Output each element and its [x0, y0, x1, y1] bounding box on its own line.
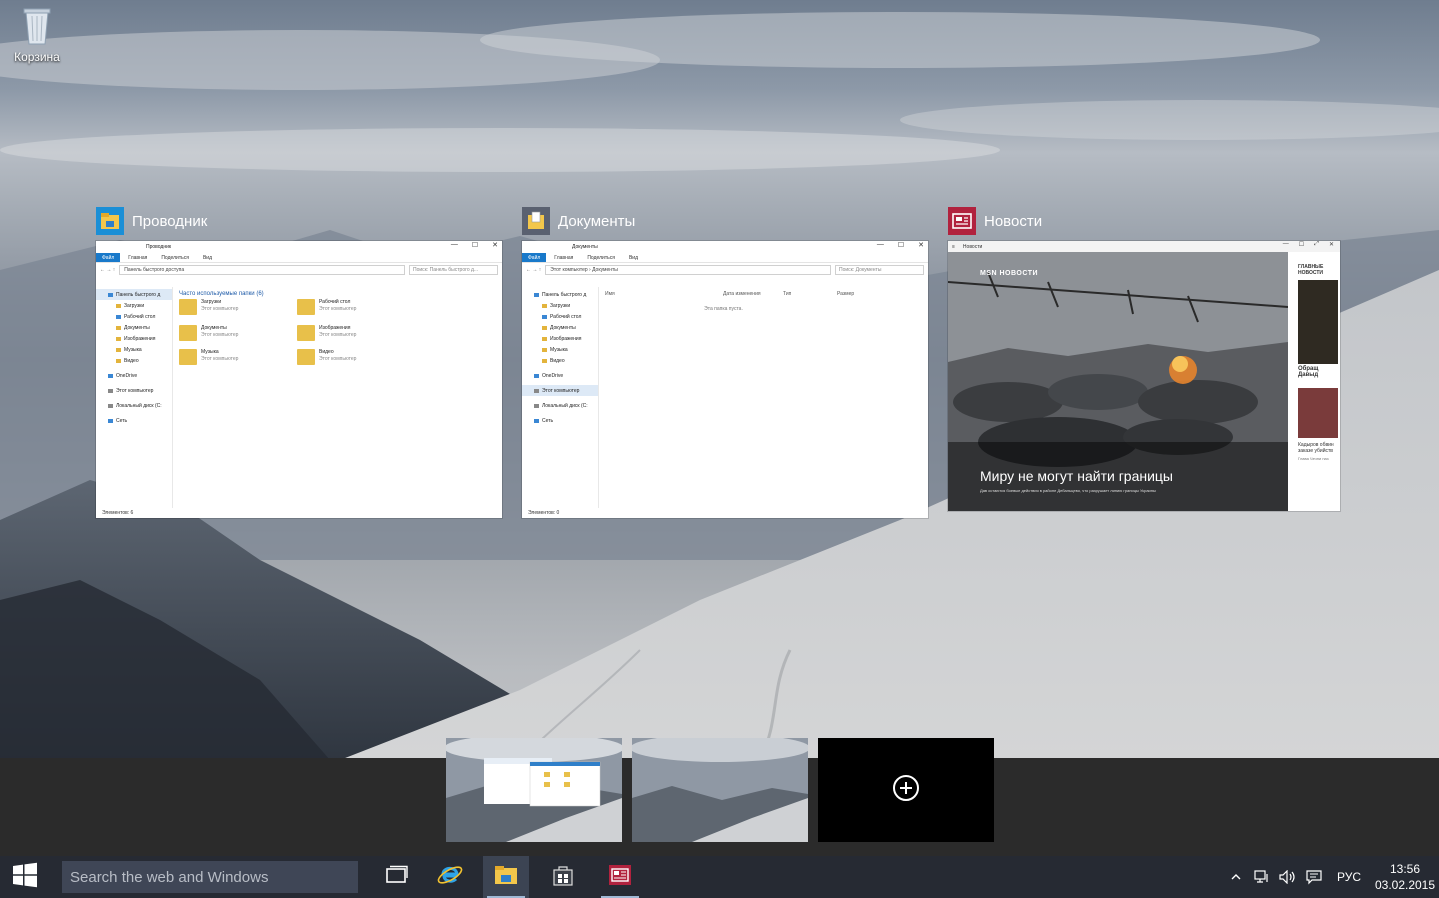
side-sub: Глава Чечни наз	[1298, 456, 1329, 461]
news-button[interactable]	[597, 856, 643, 898]
thumb-titlebar: ≡ Новости — ☐ ⤢ ✕	[948, 241, 1340, 252]
new-desktop-button[interactable]	[818, 738, 994, 842]
news-brand: MSN НОВОСТИ	[980, 270, 1039, 277]
thumb-addressbar: ← → ↑ Панель быстрого доступа Поиск: Пан…	[96, 263, 502, 277]
system-tray: РУС 13:56 03.02.2015	[1223, 856, 1439, 898]
thumb-titlebar: Проводник — ☐ ✕	[146, 241, 498, 250]
news-sidebar: ГЛАВНЫЕ НОВОСТИ Обращ Давыд Кадыров обви…	[1288, 252, 1340, 511]
side-image-1[interactable]	[1298, 280, 1338, 364]
desktop-2-thumbnail[interactable]	[632, 738, 808, 842]
task-view-icon	[384, 865, 408, 890]
file-explorer-icon	[494, 864, 518, 891]
network-icon[interactable]	[1249, 856, 1275, 898]
search-placeholder: Search the web and Windows	[70, 868, 269, 886]
clock-time: 13:56	[1389, 862, 1421, 876]
volume-icon[interactable]	[1275, 856, 1301, 898]
store-button[interactable]	[540, 856, 586, 898]
recycle-bin-label: Корзина	[14, 50, 60, 64]
thumb-nav-pane: Панель быстрого д Загрузки Рабочий стол …	[522, 287, 599, 508]
clock-date: 03.02.2015	[1374, 878, 1436, 892]
recycle-bin-icon	[22, 4, 52, 46]
news-app-icon	[948, 207, 976, 235]
task-view-window-news[interactable]: Новости ≡ Новости — ☐ ⤢ ✕ MSN НОВОСТИ Ми…	[948, 206, 1340, 511]
internet-explorer-button[interactable]	[427, 856, 473, 898]
ie-icon	[436, 861, 464, 894]
action-center-icon[interactable]	[1301, 856, 1327, 898]
window-thumbnail[interactable]: Документы — ☐ ✕ Файл Главная Поделиться Ви…	[522, 241, 928, 518]
news-app-icon	[608, 864, 632, 891]
documents-folder-icon	[522, 207, 550, 235]
desktop-1-thumbnail[interactable]	[446, 738, 622, 842]
side-header: ГЛАВНЫЕ НОВОСТИ	[1298, 264, 1324, 276]
news-summary: Дав остаются боевые действия в районе Де…	[980, 488, 1156, 493]
file-explorer-icon	[96, 207, 124, 235]
file-explorer-button[interactable]	[483, 856, 529, 898]
thumb-content: Часто используемые папки (6) Загрузки Это…	[173, 287, 502, 508]
side-headline-1[interactable]: Обращ Давыд	[1298, 366, 1340, 378]
news-hero-image[interactable]: MSN НОВОСТИ Миру не могут найти границы …	[948, 252, 1288, 511]
thumb-addressbar: ← → ↑ Этот компьютер › Документы Поиск: …	[522, 263, 928, 277]
window-title: Документы	[558, 212, 636, 230]
window-header: Документы	[522, 206, 928, 236]
language-indicator[interactable]: РУС	[1327, 870, 1371, 884]
start-button[interactable]	[0, 856, 50, 898]
search-box[interactable]: Search the web and Windows	[62, 861, 358, 893]
window-title: Новости	[984, 212, 1043, 230]
store-icon	[552, 864, 574, 891]
plus-circle-icon	[892, 774, 920, 807]
thumb-titlebar: Документы — ☐ ✕	[572, 241, 924, 250]
window-thumbnail[interactable]: Проводник — ☐ ✕ Файл Главная Поделиться Ви…	[96, 241, 502, 518]
news-headline[interactable]: Миру не могут найти границы	[980, 468, 1173, 484]
thumb-ribbon: Файл Главная Поделиться Вид	[96, 253, 502, 263]
side-image-2[interactable]	[1298, 388, 1338, 438]
task-view-button[interactable]	[373, 856, 419, 898]
thumb-statusbar: Элементов: 0	[528, 510, 560, 516]
window-header: Проводник	[96, 206, 502, 236]
thumb-ribbon: Файл Главная Поделиться Вид	[522, 253, 928, 263]
window-thumbnail[interactable]: ≡ Новости — ☐ ⤢ ✕ MSN НОВОСТИ Миру не мо…	[948, 241, 1340, 511]
task-view-window-documents[interactable]: Документы Документы — ☐ ✕ Файл Главная Под…	[522, 206, 928, 518]
chevron-up-icon[interactable]	[1223, 856, 1249, 898]
clock[interactable]: 13:56 03.02.2015	[1371, 861, 1439, 893]
window-title: Проводник	[132, 212, 208, 230]
thumb-content: Имя Дата изменения Тип Размер Эта папка …	[605, 290, 855, 313]
window-header: Новости	[948, 206, 1340, 236]
side-headline-2[interactable]: Кадыров обвин заказе убийств	[1298, 442, 1340, 454]
thumb-nav-pane: Панель быстрого д Загрузки Рабочий стол …	[96, 287, 173, 508]
windows-logo-icon	[12, 862, 38, 893]
thumb-statusbar: Элементов: 6	[102, 510, 134, 516]
task-view-window-explorer[interactable]: Проводник Проводник — ☐ ✕ Файл Главная Под…	[96, 206, 502, 518]
taskbar: Search the web and Windows РУС 13:56 03.…	[0, 856, 1439, 898]
recycle-bin-shortcut[interactable]: Корзина	[8, 4, 66, 64]
